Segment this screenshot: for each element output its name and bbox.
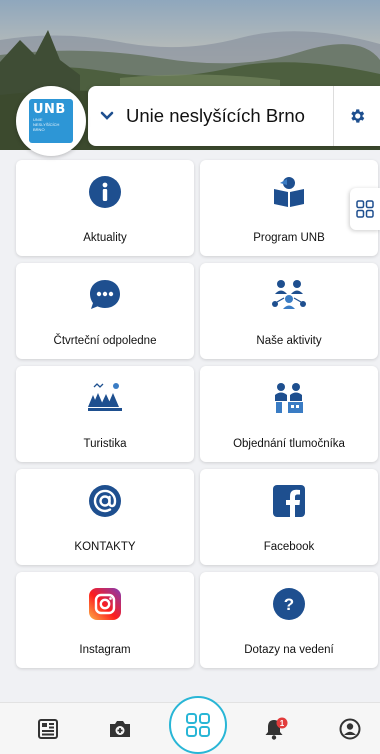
people-network-icon — [270, 277, 308, 313]
gear-icon[interactable] — [334, 107, 380, 125]
svg-text:?: ? — [284, 595, 294, 614]
instagram-icon — [88, 586, 122, 622]
side-apps-tab[interactable] — [350, 188, 380, 230]
tile-turistika[interactable]: Turistika — [16, 366, 194, 462]
tile-kontakty[interactable]: KONTAKTY — [16, 469, 194, 565]
add-photo-icon[interactable] — [106, 717, 134, 741]
profile-icon[interactable] — [336, 717, 364, 741]
organization-selector[interactable]: Unie neslyšících Brno — [88, 86, 380, 146]
organization-name: Unie neslyšících Brno — [126, 105, 305, 126]
grid-icon — [356, 200, 374, 218]
facebook-icon — [272, 483, 306, 519]
chat-bubble-icon — [88, 277, 122, 313]
tile-dotazy-na-vedeni[interactable]: ? Dotazy na vedení — [200, 572, 378, 668]
interpreter-icon — [271, 380, 307, 416]
forest-hiking-icon — [86, 380, 124, 416]
chevron-down-icon[interactable] — [88, 111, 126, 121]
organization-logo[interactable]: UNB UNIE NESLYŠÍCÍCH BRNO — [16, 86, 86, 156]
apps-grid-icon — [186, 713, 210, 737]
question-icon: ? — [272, 586, 306, 622]
tile-objednani-tlumocnika[interactable]: Objednání tlumočníka — [200, 366, 378, 462]
notifications-icon[interactable]: 1 — [262, 717, 290, 741]
info-icon — [88, 174, 122, 210]
tile-facebook[interactable]: Facebook — [200, 469, 378, 565]
tile-aktuality[interactable]: Aktuality — [16, 160, 194, 256]
apps-grid-button[interactable] — [169, 696, 227, 754]
notification-badge: 1 — [280, 719, 285, 728]
tile-nase-aktivity[interactable]: Naše aktivity — [200, 263, 378, 359]
at-sign-icon — [88, 483, 122, 519]
reading-book-icon — [271, 174, 307, 210]
tile-ctvrtecni-odpoledne[interactable]: Čtvrteční odpoledne — [16, 263, 194, 359]
tile-instagram[interactable]: Instagram — [16, 572, 194, 668]
logo-text: UNB — [33, 102, 66, 117]
news-feed-icon[interactable] — [34, 717, 62, 741]
unb-logo: UNB UNIE NESLYŠÍCÍCH BRNO — [29, 99, 73, 143]
